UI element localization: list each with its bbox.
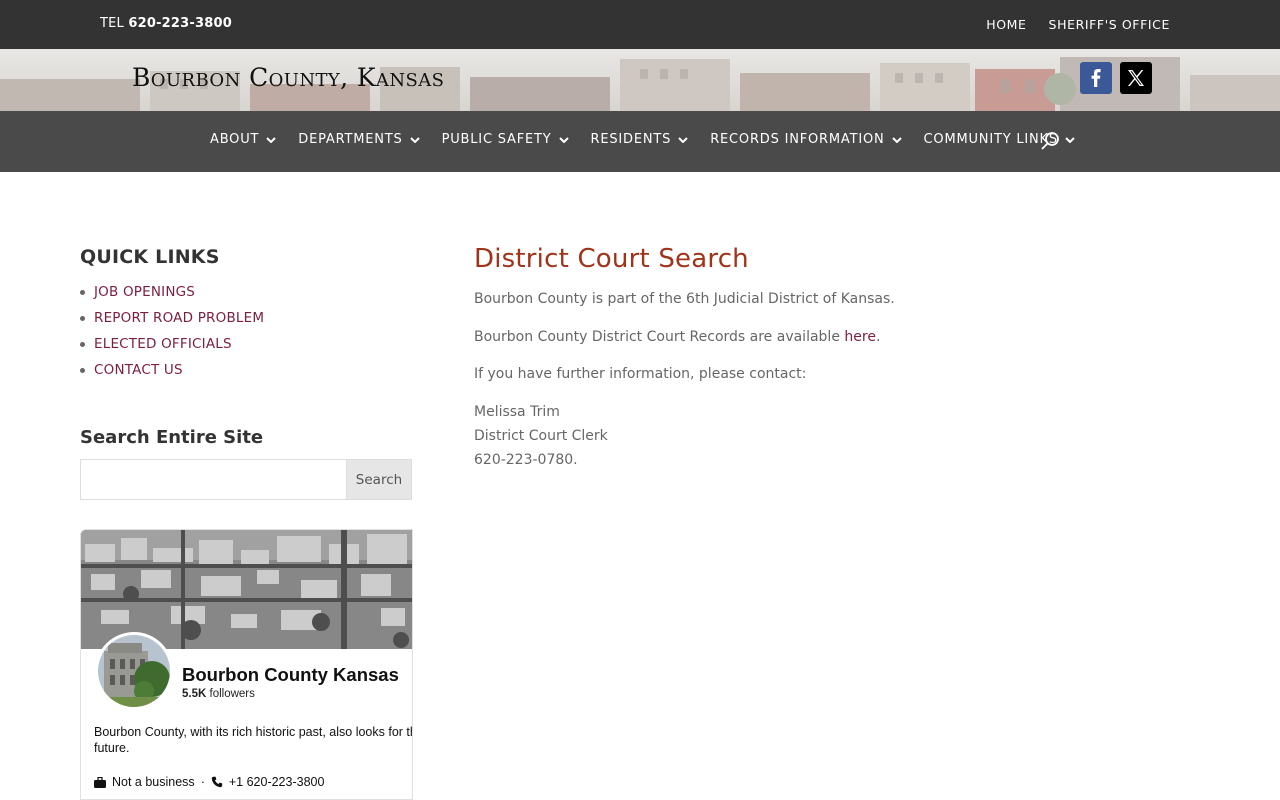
chevron-down-icon xyxy=(409,136,420,143)
page-phone[interactable]: +1 620-223-3800 xyxy=(229,775,325,789)
home-link[interactable]: HOME xyxy=(986,17,1026,32)
contact-title: District Court Clerk xyxy=(474,428,608,444)
records-availability-text: Bourbon County District Court Records ar… xyxy=(474,325,1174,349)
follower-count: 5.5K followers xyxy=(182,688,255,700)
report-road-problem-link[interactable]: REPORT ROAD PROBLEM xyxy=(94,310,264,326)
site-search-form: Search xyxy=(80,459,412,500)
site-logo[interactable]: Bourbon County, Kansas xyxy=(132,63,444,92)
bullet-icon xyxy=(80,367,85,373)
page-description: Bourbon County, with its rich historic p… xyxy=(94,725,413,755)
followers-label: followers xyxy=(209,688,255,700)
nav-item-label: ABOUT xyxy=(210,132,260,147)
nav-item-records-information[interactable]: RECORDS INFORMATION xyxy=(710,132,902,147)
district-info-text: Bourbon County is part of the 6th Judici… xyxy=(474,291,895,307)
top-links: HOME SHERIFF'S OFFICE xyxy=(986,17,1170,32)
sidebar: QUICK LINKS JOB OPENINGS REPORT ROAD PRO… xyxy=(80,246,413,500)
contact-us-link[interactable]: CONTACT US xyxy=(94,362,183,378)
elected-officials-link[interactable]: ELECTED OFFICIALS xyxy=(94,336,232,352)
chevron-down-icon xyxy=(266,136,276,143)
x-icon xyxy=(1128,70,1144,86)
nav-item-label: RECORDS INFORMATION xyxy=(710,132,885,147)
list-item: CONTACT US xyxy=(80,357,413,383)
chevron-down-icon xyxy=(1065,136,1075,143)
sheriffs-office-link[interactable]: SHERIFF'S OFFICE xyxy=(1049,17,1170,32)
job-openings-link[interactable]: JOB OPENINGS xyxy=(94,284,195,300)
nav-item-about[interactable]: ABOUT xyxy=(210,132,276,147)
page-meta: Not a business · +1 620-223-3800 xyxy=(94,775,324,789)
nav-item-departments[interactable]: DEPARTMENTS xyxy=(298,132,420,147)
search-button[interactable]: Search xyxy=(346,460,411,499)
contact-block: Melissa Trim District Court Clerk 620-22… xyxy=(474,400,1174,472)
nav-item-label: COMMUNITY LINKS xyxy=(923,132,1058,147)
chevron-down-icon xyxy=(891,136,902,143)
briefcase-icon xyxy=(94,776,106,788)
quick-links-list: JOB OPENINGS REPORT ROAD PROBLEM ELECTED… xyxy=(80,279,413,383)
contact-intro-text: If you have further information, please … xyxy=(474,366,807,382)
main-navigation: ABOUT DEPARTMENTS PUBLIC SAFETY RESIDENT… xyxy=(0,111,1280,172)
tel-number[interactable]: 620-223-3800 xyxy=(128,16,232,31)
list-item: ELECTED OFFICIALS xyxy=(80,331,413,357)
search-site-title: Search Entire Site xyxy=(80,427,264,448)
facebook-button[interactable] xyxy=(1080,62,1112,94)
list-item: JOB OPENINGS xyxy=(80,279,413,305)
meta-separator: · xyxy=(200,775,205,789)
contact-phone: 620-223-0780. xyxy=(474,452,578,468)
nav-item-label: PUBLIC SAFETY xyxy=(441,132,552,147)
phone-icon xyxy=(211,776,223,788)
tel-label: TEL xyxy=(100,16,124,31)
records-text-suffix: . xyxy=(875,329,881,345)
nav-item-residents[interactable]: RESIDENTS xyxy=(591,132,689,147)
bullet-icon xyxy=(80,289,85,295)
bullet-icon xyxy=(80,341,85,347)
followers-number: 5.5K xyxy=(182,688,207,700)
search-icon[interactable] xyxy=(1040,131,1060,151)
nav-item-label: RESIDENTS xyxy=(590,132,672,147)
records-here-link[interactable]: here xyxy=(844,329,876,345)
top-bar: TEL 620-223-3800 HOME SHERIFF'S OFFICE xyxy=(0,0,1280,49)
page-title: District Court Search xyxy=(474,244,749,274)
quick-links-title: QUICK LINKS xyxy=(80,246,220,268)
chevron-down-icon xyxy=(678,136,688,143)
chevron-down-icon xyxy=(558,136,569,143)
nav-item-public-safety[interactable]: PUBLIC SAFETY xyxy=(442,132,569,147)
list-item: REPORT ROAD PROBLEM xyxy=(80,305,413,331)
main-content: District Court Search Bourbon County is … xyxy=(474,244,1174,472)
header-banner: Bourbon County, Kansas xyxy=(0,49,1280,111)
avatar[interactable] xyxy=(95,632,173,710)
phone-info: TEL 620-223-3800 xyxy=(100,16,232,31)
nav-menu: ABOUT DEPARTMENTS PUBLIC SAFETY RESIDENT… xyxy=(210,132,1097,147)
facebook-icon xyxy=(1091,69,1101,87)
page-category: Not a business xyxy=(112,775,195,789)
facebook-page-name[interactable]: Bourbon County Kansas xyxy=(182,664,399,686)
records-text-prefix: Bourbon County District Court Records ar… xyxy=(474,329,845,345)
facebook-page-widget[interactable]: Bourbon County Kansas 5.5K followers Bou… xyxy=(80,529,413,800)
search-input[interactable] xyxy=(81,460,346,499)
nav-item-label: DEPARTMENTS xyxy=(298,132,403,147)
contact-name: Melissa Trim xyxy=(474,404,560,420)
bullet-icon xyxy=(80,315,85,321)
x-twitter-button[interactable] xyxy=(1120,62,1152,94)
